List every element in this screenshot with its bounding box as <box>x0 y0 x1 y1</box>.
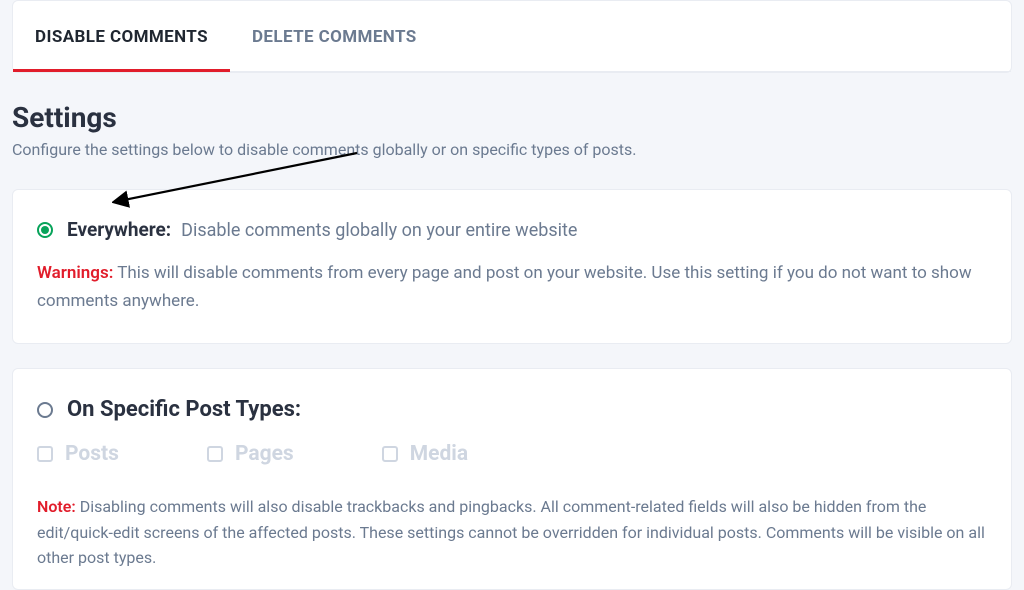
tab-disable-comments[interactable]: DISABLE COMMENTS <box>13 1 230 71</box>
warning-label: Warnings: <box>37 263 113 283</box>
checkbox-media-label: Media <box>410 442 468 466</box>
note-label: Note: <box>37 497 76 516</box>
tabs: DISABLE COMMENTS DELETE COMMENTS <box>13 1 1011 72</box>
checkbox-posts-label: Posts <box>65 442 119 466</box>
option-specific-row: On Specific Post Types: <box>37 397 987 422</box>
option-everywhere-card: Everywhere: Disable comments globally on… <box>12 189 1012 344</box>
settings-subtitle: Configure the settings below to disable … <box>12 140 1012 159</box>
option-everywhere-row: Everywhere: Disable comments globally on… <box>37 218 987 241</box>
checkbox-item-posts: Posts <box>37 442 119 466</box>
option-everywhere-title: Everywhere: <box>67 218 171 241</box>
checkbox-pages-label: Pages <box>235 442 294 466</box>
post-type-checkboxes: Posts Pages Media <box>37 442 987 466</box>
checkbox-item-pages: Pages <box>207 442 294 466</box>
checkbox-media[interactable] <box>382 446 398 462</box>
radio-specific[interactable] <box>37 402 53 418</box>
tab-delete-comments[interactable]: DELETE COMMENTS <box>230 1 439 71</box>
option-specific-title: On Specific Post Types: <box>67 397 301 422</box>
everywhere-warning: Warnings: This will disable comments fro… <box>37 259 987 315</box>
section-heading: Settings Configure the settings below to… <box>0 73 1024 165</box>
checkbox-posts[interactable] <box>37 446 53 462</box>
specific-note: Note: Disabling comments will also disab… <box>37 494 987 571</box>
option-specific-card: On Specific Post Types: Posts Pages Medi… <box>12 368 1012 590</box>
checkbox-pages[interactable] <box>207 446 223 462</box>
note-text: Disabling comments will also disable tra… <box>37 497 985 567</box>
settings-title: Settings <box>12 101 1012 134</box>
checkbox-item-media: Media <box>382 442 468 466</box>
radio-everywhere[interactable] <box>37 222 53 238</box>
tabs-container: DISABLE COMMENTS DELETE COMMENTS <box>12 0 1012 73</box>
warning-text: This will disable comments from every pa… <box>37 263 972 311</box>
option-everywhere-desc: Disable comments globally on your entire… <box>181 220 577 241</box>
